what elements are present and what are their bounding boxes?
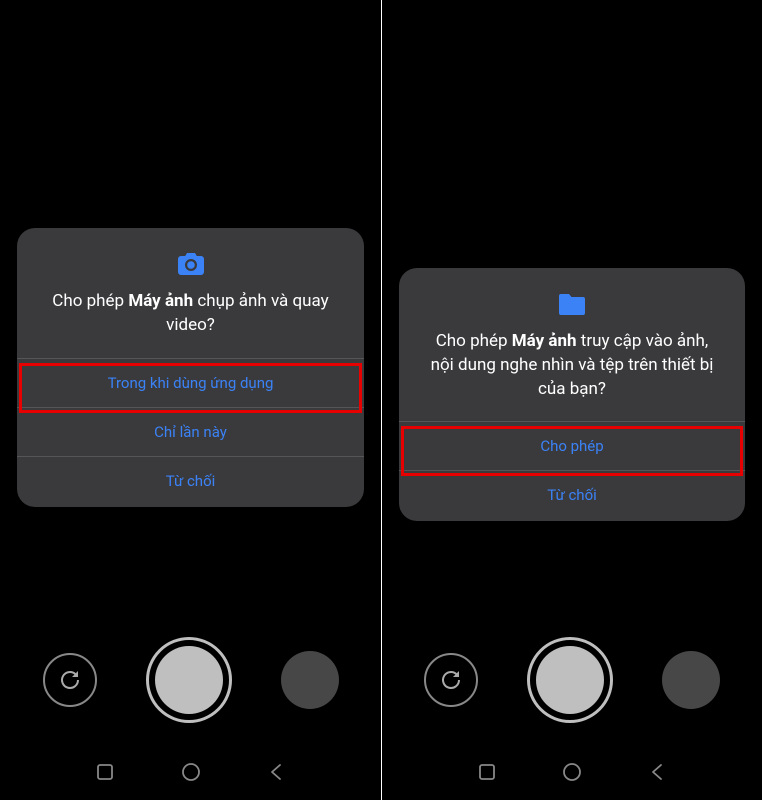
square-icon (97, 764, 113, 780)
circle-icon (182, 763, 200, 781)
phone-screen-right: Cho phép Máy ảnh truy cập vào ảnh, nội d… (381, 0, 762, 800)
switch-camera-icon (56, 666, 84, 694)
shutter-inner (536, 646, 604, 714)
message-prefix: Cho phép (52, 291, 128, 311)
switch-camera-button[interactable] (43, 653, 97, 707)
allow-button[interactable]: Cho phép (399, 421, 745, 470)
circle-icon (563, 763, 581, 781)
deny-button[interactable]: Từ chối (399, 470, 745, 521)
dialog-buttons: Trong khi dùng ứng dụng Chỉ lần này Từ c… (17, 358, 364, 507)
message-prefix: Cho phép (436, 331, 512, 351)
nav-back-button[interactable] (637, 752, 677, 792)
nav-home-button[interactable] (171, 752, 211, 792)
square-icon (479, 764, 495, 780)
camera-icon (177, 252, 205, 276)
permission-dialog-storage: Cho phép Máy ảnh truy cập vào ảnh, nội d… (399, 268, 745, 521)
only-this-time-button[interactable]: Chỉ lần này (17, 407, 364, 456)
shutter-button[interactable] (146, 637, 232, 723)
nav-recent-button[interactable] (467, 752, 507, 792)
dialog-message: Cho phép Máy ảnh truy cập vào ảnh, nội d… (399, 330, 745, 421)
dialog-message: Cho phép Máy ảnh chụp ảnh và quay video? (17, 290, 364, 358)
chevron-left-icon (650, 763, 664, 781)
nav-recent-button[interactable] (85, 752, 125, 792)
switch-camera-button[interactable] (424, 653, 478, 707)
deny-button[interactable]: Từ chối (17, 456, 364, 507)
dialog-buttons: Cho phép Từ chối (399, 421, 745, 521)
shutter-inner (155, 646, 223, 714)
folder-icon (558, 292, 586, 316)
nav-home-button[interactable] (552, 752, 592, 792)
message-app-name: Máy ảnh (512, 331, 577, 351)
gallery-thumbnail-button[interactable] (662, 651, 720, 709)
gallery-thumbnail-button[interactable] (281, 651, 339, 709)
navigation-bar (382, 752, 762, 792)
chevron-left-icon (269, 763, 283, 781)
phone-screen-left: Cho phép Máy ảnh chụp ảnh và quay video?… (0, 0, 381, 800)
permission-dialog-camera: Cho phép Máy ảnh chụp ảnh và quay video?… (17, 228, 364, 507)
while-using-app-button[interactable]: Trong khi dùng ứng dụng (17, 358, 364, 407)
switch-camera-icon (437, 666, 465, 694)
nav-back-button[interactable] (256, 752, 296, 792)
shutter-button[interactable] (527, 637, 613, 723)
camera-controls (0, 637, 381, 723)
camera-controls (382, 637, 762, 723)
message-app-name: Máy ảnh (128, 291, 193, 311)
navigation-bar (0, 752, 381, 792)
